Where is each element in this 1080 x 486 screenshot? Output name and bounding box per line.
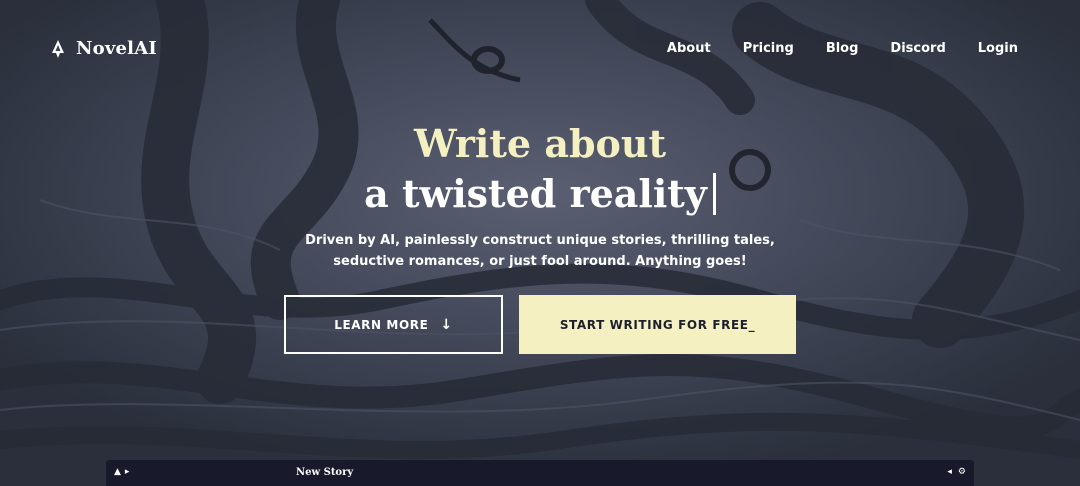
- chevron-right-icon[interactable]: ▸: [125, 467, 130, 477]
- chevron-left-icon[interactable]: ◂: [947, 467, 952, 477]
- gear-icon[interactable]: ⚙: [958, 467, 966, 477]
- editor-preview-bar: ▲ ▸ New Story ◂ ⚙: [106, 460, 974, 486]
- arrow-down-icon: ↓: [440, 316, 453, 333]
- top-nav: NovelAI About Pricing Blog Discord Login: [0, 0, 1080, 100]
- learn-more-label: LEARN MORE: [334, 317, 429, 332]
- nav-link-blog[interactable]: Blog: [826, 41, 859, 56]
- nav-link-pricing[interactable]: Pricing: [743, 41, 794, 56]
- hero-description-line2: seductive romances, or just fool around.…: [333, 254, 747, 269]
- nav-link-discord[interactable]: Discord: [890, 41, 945, 56]
- nav-link-about[interactable]: About: [667, 41, 711, 56]
- editor-left-controls: ▲ ▸: [114, 467, 129, 477]
- logo-link[interactable]: NovelAI: [50, 38, 157, 59]
- typing-caret: [712, 173, 716, 215]
- quill-icon[interactable]: ▲: [114, 467, 121, 477]
- nav-menu: About Pricing Blog Discord Login: [667, 41, 1018, 56]
- editor-right-controls: ◂ ⚙: [947, 467, 966, 477]
- hero-description-line1: Driven by AI, painlessly construct uniqu…: [305, 233, 775, 248]
- hero-description: Driven by AI, painlessly construct uniqu…: [0, 230, 1080, 272]
- hero-title-line1: Write about: [413, 121, 667, 166]
- hero-title-line2: a twisted reality: [364, 168, 716, 220]
- nav-link-login[interactable]: Login: [978, 41, 1018, 56]
- hero-title-line2-text: a twisted reality: [364, 171, 707, 216]
- learn-more-button[interactable]: LEARN MORE ↓: [284, 295, 503, 354]
- start-writing-button[interactable]: START WRITING FOR FREE_: [519, 295, 796, 354]
- brand-name: NovelAI: [76, 38, 157, 59]
- start-writing-label: START WRITING FOR FREE_: [559, 317, 756, 332]
- editor-story-title: New Story: [296, 467, 354, 478]
- quill-logo-icon: [50, 39, 66, 59]
- hero-section: Write about a twisted reality Driven by …: [0, 120, 1080, 272]
